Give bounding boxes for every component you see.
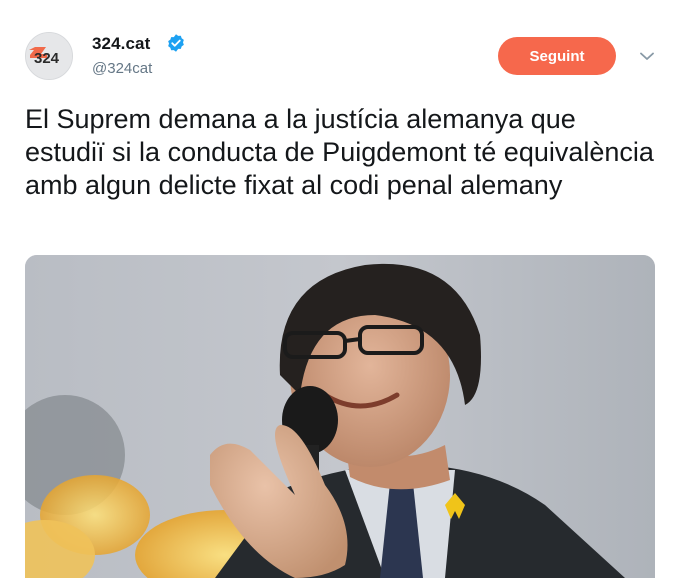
tweet-text: El Suprem demana a la justícia alemanya … (25, 104, 654, 200)
avatar-logo-text: 324 (34, 50, 60, 67)
author-handle[interactable]: @324cat (92, 60, 152, 77)
tweet-photo[interactable] (25, 255, 655, 578)
tweet-card: 324 324.cat @324cat Seguint El Suprem de… (0, 0, 673, 578)
photo-of-speaker (25, 255, 655, 578)
author-display-name[interactable]: 324.cat (92, 34, 150, 54)
chevron-down-icon[interactable] (638, 48, 656, 64)
verified-badge-icon (168, 34, 184, 52)
following-button[interactable]: Seguint (498, 37, 616, 75)
324-logo: 324 (26, 33, 72, 79)
author-avatar[interactable]: 324 (25, 32, 73, 80)
